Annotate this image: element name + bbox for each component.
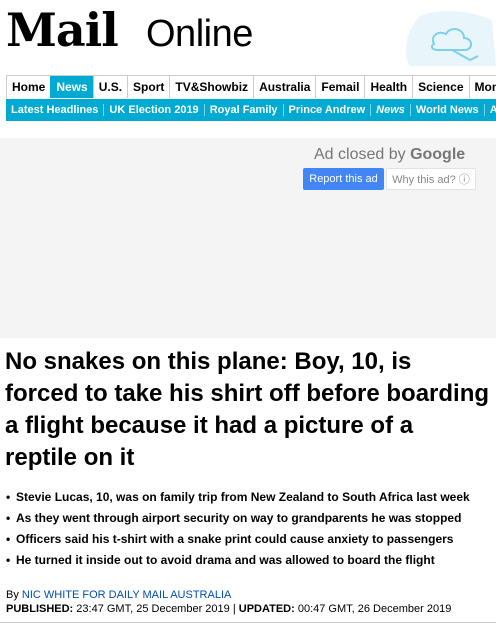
date-separator: | — [232, 603, 236, 615]
bullet-dot-icon: • — [6, 511, 11, 525]
summary-text: As they went through airport security on… — [16, 511, 462, 525]
article-summary-list: • Stevie Lucas, 10, was on family trip fr… — [6, 488, 496, 572]
bullet-dot-icon: • — [6, 532, 11, 546]
nav-item-home[interactable]: Home — [6, 76, 52, 98]
nav-item-science[interactable]: Science — [412, 76, 470, 98]
bullet-dot-icon: • — [6, 553, 11, 567]
nav-item-money[interactable]: Mon — [468, 76, 496, 98]
nav-item-news[interactable]: News — [50, 76, 94, 98]
summary-text: Officers said his t-shirt with a snake p… — [16, 532, 454, 546]
subnav-latest-headlines[interactable]: Latest Headlines — [6, 104, 103, 116]
subnav-arts[interactable]: Arts — [483, 104, 496, 116]
author-link[interactable]: NIC WHITE FOR DAILY MAIL AUSTRALIA — [22, 589, 231, 601]
subnav-royal-family[interactable]: Royal Family — [203, 104, 283, 116]
secondary-nav: Latest Headlines UK Election 2019 Royal … — [6, 99, 496, 121]
published-label: PUBLISHED: — [6, 603, 74, 615]
online-logo: Online — [146, 13, 253, 55]
masthead: Mail Online — [0, 0, 496, 68]
summary-text: He turned it inside out to avoid drama a… — [16, 553, 435, 567]
ad-slot: Ad closed by Google Report this ad Why t… — [0, 138, 496, 338]
subnav-news[interactable]: News — [370, 104, 410, 116]
article-dates: PUBLISHED: 23:47 GMT, 25 December 2019 |… — [6, 603, 451, 615]
ad-closed-notice: Ad closed by Google — [314, 146, 465, 164]
published-value: 23:47 GMT, 25 December 2019 — [76, 603, 230, 615]
summary-bullet: • Officers said his t-shirt with a snake … — [6, 530, 496, 551]
nav-item-femail[interactable]: Femail — [315, 76, 366, 98]
byline-prefix: By — [6, 589, 22, 601]
mail-logo[interactable]: Mail — [6, 2, 119, 58]
primary-nav: Home News U.S. Sport TV&Showbiz Australi… — [6, 75, 496, 98]
byline: By NIC WHITE FOR DAILY MAIL AUSTRALIA — [6, 589, 231, 601]
subnav-prince-andrew[interactable]: Prince Andrew — [282, 104, 371, 116]
article-headline: No snakes on this plane: Boy, 10, is for… — [5, 348, 490, 471]
nav-item-sport[interactable]: Sport — [127, 76, 171, 98]
summary-text: Stevie Lucas, 10, was on family trip fro… — [16, 490, 470, 504]
nav-item-us[interactable]: U.S. — [92, 76, 129, 98]
ad-closed-prefix: Ad closed by — [314, 146, 411, 163]
report-ad-button[interactable]: Report this ad — [303, 168, 384, 190]
weather-cloud-icon[interactable] — [400, 6, 496, 66]
subnav-uk-election-2019[interactable]: UK Election 2019 — [103, 104, 203, 116]
why-this-ad-button[interactable]: Why this ad? ⓘ — [386, 168, 476, 190]
bullet-dot-icon: • — [6, 490, 11, 504]
updated-value: 00:47 GMT, 26 December 2019 — [297, 603, 452, 615]
summary-bullet: • As they went through airport security o… — [6, 509, 496, 530]
updated-label: UPDATED: — [238, 603, 295, 615]
nav-item-health[interactable]: Health — [364, 76, 414, 98]
nav-item-australia[interactable]: Australia — [253, 76, 317, 98]
summary-bullet: • He turned it inside out to avoid drama … — [6, 551, 496, 572]
divider — [0, 622, 496, 623]
subnav-world-news[interactable]: World News — [409, 104, 484, 116]
google-brand: Google — [410, 146, 466, 163]
summary-bullet: • Stevie Lucas, 10, was on family trip fr… — [6, 488, 496, 509]
nav-item-tv-showbiz[interactable]: TV&Showbiz — [169, 76, 255, 98]
